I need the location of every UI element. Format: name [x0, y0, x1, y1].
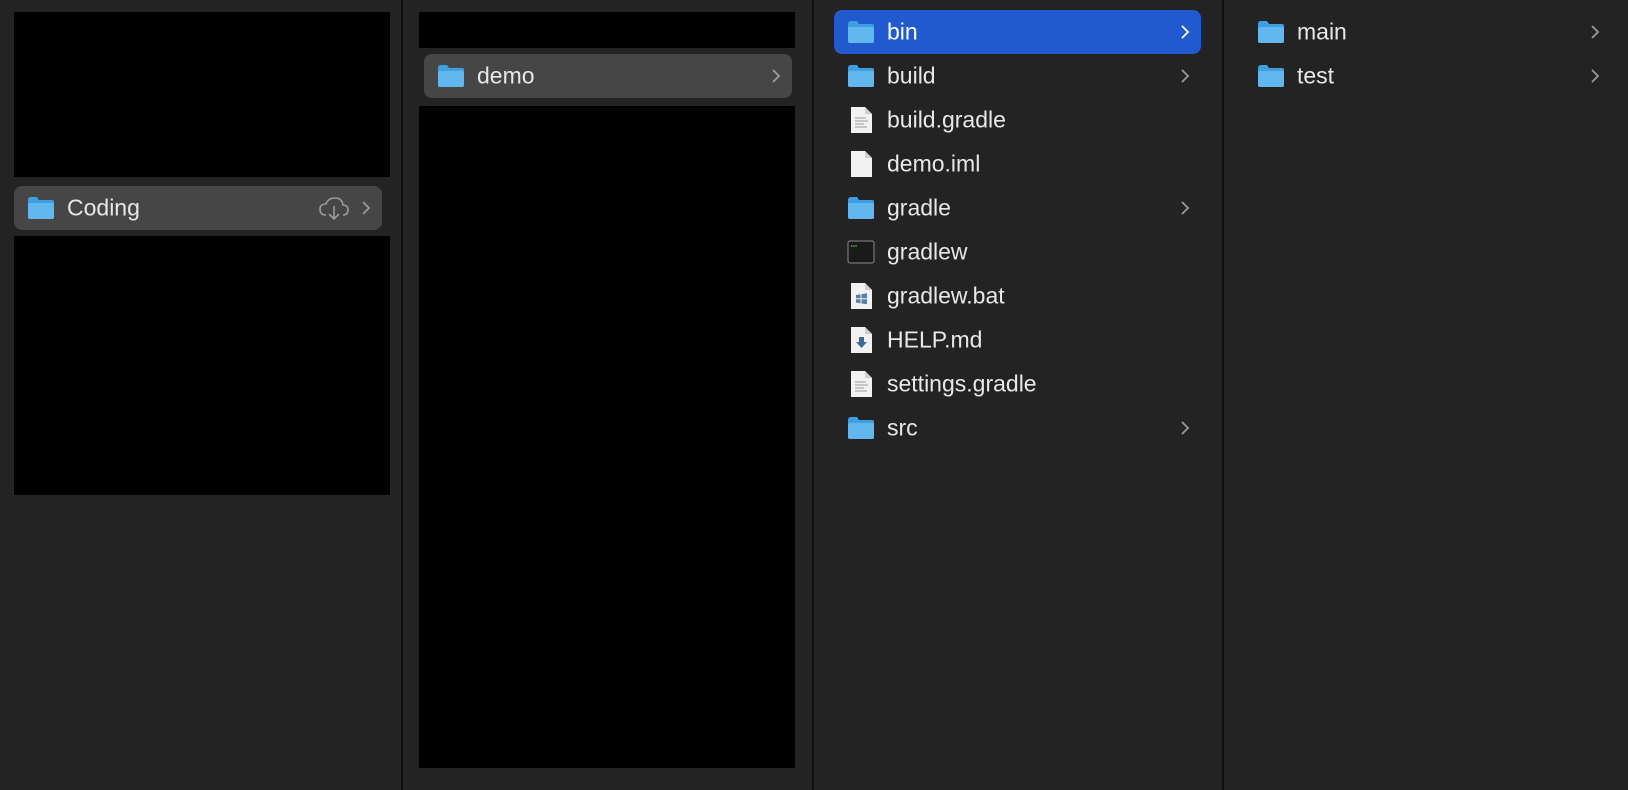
folder-row-demo[interactable]: demo: [424, 54, 792, 98]
file-row-settings-gradle[interactable]: settings.gradle: [834, 362, 1201, 406]
chevron-right-icon: [1591, 69, 1600, 83]
folder-label: bin: [887, 18, 918, 45]
redacted-area: [419, 106, 795, 768]
folder-icon: [848, 21, 874, 43]
chevron-right-icon: [1181, 201, 1190, 215]
folder-label: build: [887, 62, 936, 89]
chevron-right-icon: [1181, 25, 1190, 39]
file-row-help-md[interactable]: HELP.md: [834, 318, 1201, 362]
chevron-right-icon: [1181, 69, 1190, 83]
file-row-gradlew-bat[interactable]: gradlew.bat: [834, 274, 1201, 318]
folder-row-test[interactable]: test: [1244, 54, 1611, 98]
redacted-area: [14, 236, 390, 495]
chevron-right-icon: [362, 201, 371, 215]
folder-label: gradle: [887, 194, 951, 221]
folder-icon: [1258, 65, 1284, 87]
folder-row-build[interactable]: build: [834, 54, 1201, 98]
folder-icon: [848, 417, 874, 439]
folder-label: Coding: [67, 194, 140, 221]
folder-label: demo: [477, 62, 535, 89]
folder-row-bin[interactable]: bin: [834, 10, 1201, 54]
folder-row-gradle[interactable]: gradle: [834, 186, 1201, 230]
folder-icon: [1258, 21, 1284, 43]
browser-column-3: bin build build.gradle demo.iml gradle g…: [814, 0, 1222, 790]
cloud-download-icon[interactable]: [318, 195, 350, 221]
file-label: HELP.md: [887, 326, 983, 353]
folder-label: src: [887, 414, 918, 441]
file-label: gradlew: [887, 238, 968, 265]
folder-icon: [28, 197, 54, 219]
browser-column-4: main test: [1224, 0, 1628, 790]
file-label: demo.iml: [887, 150, 981, 177]
folder-row-main[interactable]: main: [1244, 10, 1611, 54]
blank-document-icon: [851, 151, 872, 177]
file-row-demo-iml[interactable]: demo.iml: [834, 142, 1201, 186]
browser-column-2: demo: [403, 0, 812, 790]
folder-label: main: [1297, 18, 1347, 45]
folder-icon: [438, 65, 464, 87]
text-document-icon: [851, 107, 872, 133]
windows-batch-icon: [851, 283, 872, 309]
folder-row-coding[interactable]: Coding: [14, 186, 382, 230]
file-row-build-gradle[interactable]: build.gradle: [834, 98, 1201, 142]
file-label: gradlew.bat: [887, 282, 1005, 309]
folder-label: test: [1297, 62, 1335, 89]
redacted-area: [14, 12, 390, 177]
file-label: build.gradle: [887, 106, 1006, 133]
terminal-executable-icon: [847, 240, 875, 264]
markdown-download-icon: [851, 327, 872, 353]
file-label: settings.gradle: [887, 370, 1037, 397]
folder-icon: [848, 197, 874, 219]
chevron-right-icon: [1181, 421, 1190, 435]
folder-icon: [848, 65, 874, 87]
redacted-area: [419, 12, 795, 48]
chevron-right-icon: [772, 69, 781, 83]
folder-row-src[interactable]: src: [834, 406, 1201, 450]
chevron-right-icon: [1591, 25, 1600, 39]
text-document-icon: [851, 371, 872, 397]
browser-column-1: Coding: [0, 0, 402, 790]
file-row-gradlew[interactable]: gradlew: [834, 230, 1201, 274]
